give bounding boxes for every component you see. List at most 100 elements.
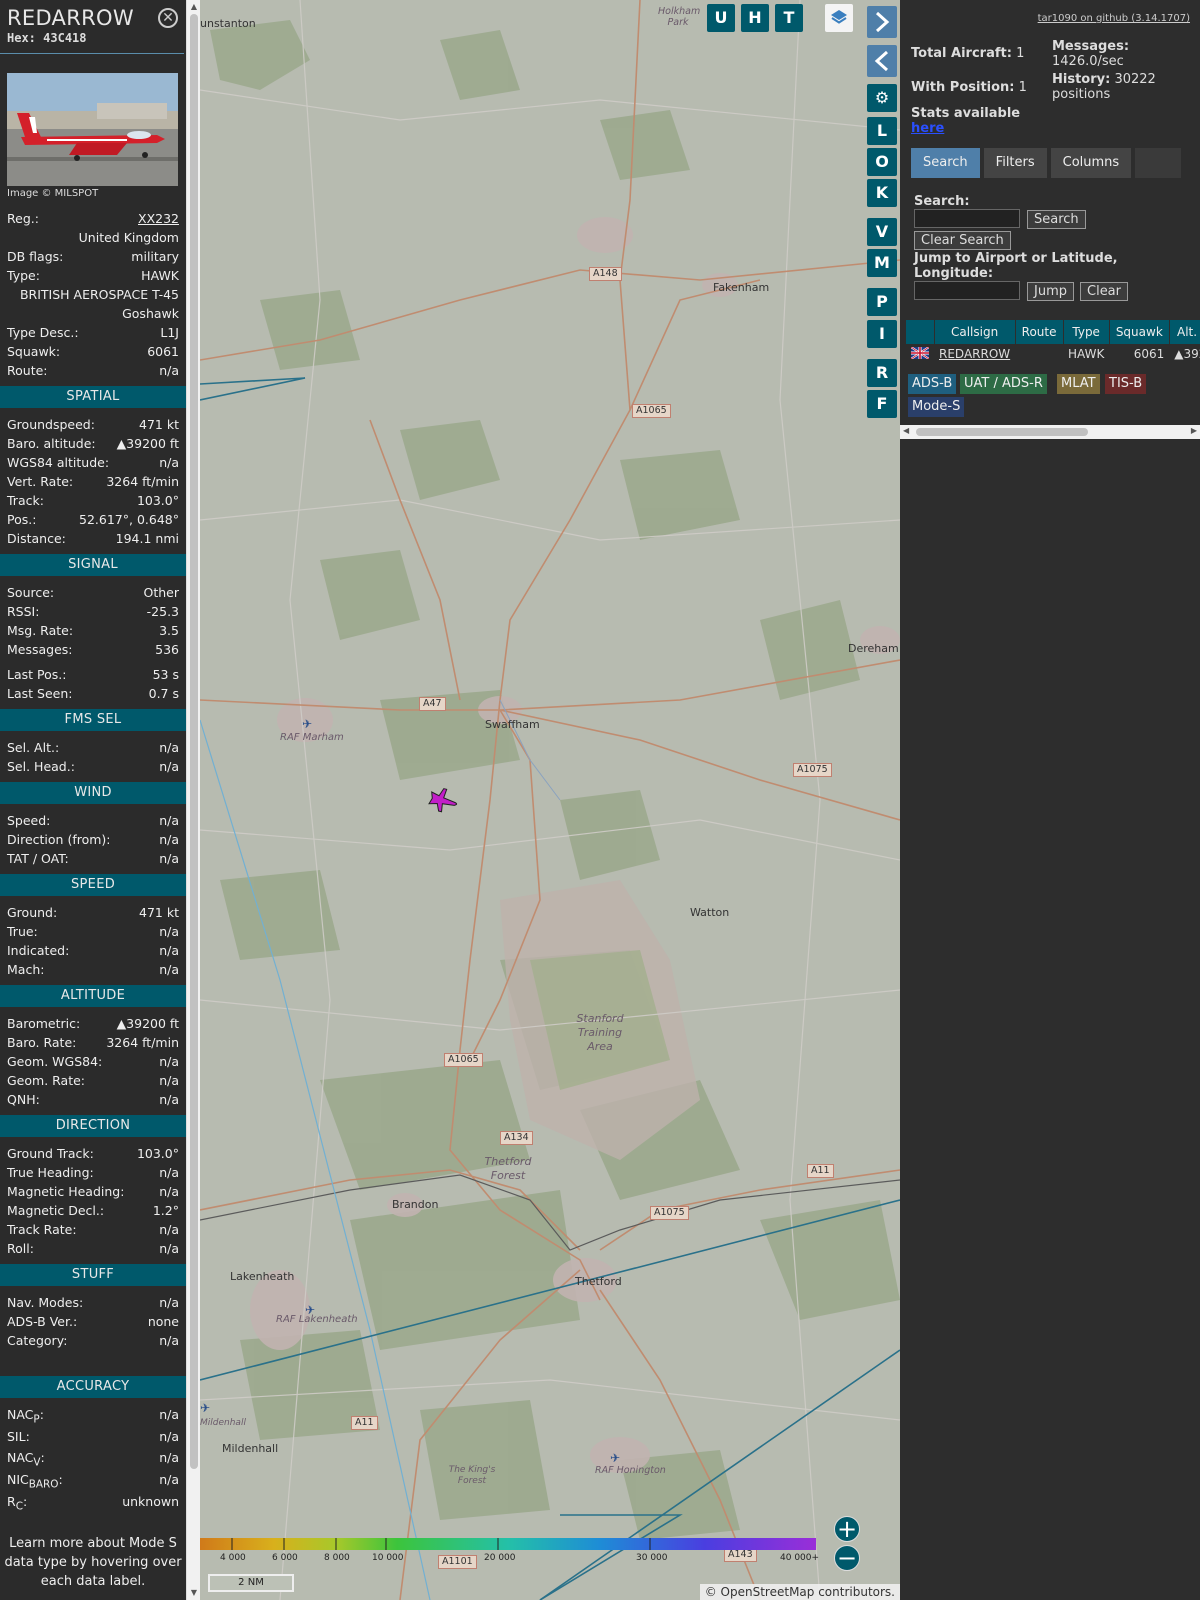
data-label[interactable]: Vert. Rate: (7, 472, 73, 491)
sil-label[interactable]: SIL: (7, 1427, 30, 1448)
data-label[interactable]: Magnetic Decl.: (7, 1201, 104, 1220)
data-label[interactable]: Msg. Rate: (7, 621, 73, 640)
map-button-k[interactable]: K (867, 179, 897, 207)
data-label[interactable]: Speed: (7, 811, 50, 830)
search-input[interactable] (914, 209, 1020, 228)
nacp-label[interactable]: NACP: (7, 1405, 44, 1427)
layers-icon[interactable] (825, 4, 853, 32)
table-hscrollbar-thumb[interactable] (916, 428, 1088, 436)
map-button-i[interactable]: I (867, 320, 897, 348)
rc-label[interactable]: RC: (7, 1492, 27, 1514)
data-label[interactable]: Last Seen: (7, 684, 72, 703)
info-scrollbar-thumb[interactable] (190, 14, 198, 1469)
column-altitude[interactable]: Alt. (ft) (1169, 320, 1200, 344)
data-label[interactable]: Geom. WGS84: (7, 1052, 102, 1071)
registration-link[interactable]: XX232 (138, 209, 179, 228)
table-row[interactable]: REDARROW HAWK 6061 ▲39200 (906, 344, 1200, 364)
map-button-f[interactable]: F (867, 390, 897, 418)
detail-label[interactable]: Route: (7, 361, 48, 380)
map-view[interactable]: ✈ ✈ ✈ ✈ unstanton Holkham Park Fakenham … (200, 0, 900, 1600)
aircraft-photo[interactable] (7, 73, 178, 186)
data-label[interactable]: Roll: (7, 1239, 34, 1258)
data-row: Roll: n/a (0, 1239, 186, 1258)
data-label[interactable]: Messages: (7, 640, 73, 659)
data-label[interactable]: TAT / OAT: (7, 849, 69, 868)
data-label[interactable]: Category: (7, 1331, 67, 1350)
table-hscrollbar[interactable]: ◀ ▶ (900, 425, 1200, 439)
stats-link[interactable]: here (911, 121, 944, 136)
detail-label[interactable]: Type Desc.: (7, 323, 79, 342)
map-button-l[interactable]: L (867, 117, 897, 145)
data-label[interactable]: QNH: (7, 1090, 40, 1109)
map-button-r[interactable]: R (867, 359, 897, 387)
zoom-out-icon[interactable]: − (834, 1545, 860, 1571)
detail-label[interactable]: DB flags: (7, 247, 63, 266)
data-label[interactable]: Baro. Rate: (7, 1033, 76, 1052)
scroll-left-icon[interactable]: ◀ (903, 426, 909, 435)
data-label[interactable]: Source: (7, 583, 54, 602)
data-label[interactable]: Sel. Head.: (7, 757, 75, 776)
map-button-p[interactable]: P (867, 288, 897, 316)
data-label[interactable]: Distance: (7, 529, 66, 548)
data-label[interactable]: Mach: (7, 960, 44, 979)
data-label[interactable]: Track: (7, 491, 44, 510)
column-squawk[interactable]: Squawk (1109, 320, 1170, 344)
column-type[interactable]: Type (1063, 320, 1110, 344)
data-label[interactable]: Indicated: (7, 941, 69, 960)
scroll-down-icon[interactable]: ▼ (187, 1586, 201, 1600)
close-icon[interactable]: ✕ (158, 8, 178, 28)
map-button-t[interactable]: T (775, 4, 803, 32)
zoom-in-icon[interactable]: + (834, 1516, 860, 1542)
row-callsign[interactable]: REDARROW (934, 344, 1015, 364)
data-label[interactable]: Direction (from): (7, 830, 111, 849)
data-label[interactable]: RSSI: (7, 602, 39, 621)
jump-button[interactable]: Jump (1027, 282, 1074, 301)
column-callsign[interactable]: Callsign (934, 320, 1016, 344)
scroll-up-icon[interactable]: ▲ (187, 0, 201, 14)
clear-search-button[interactable]: Clear Search (914, 231, 1011, 250)
scroll-right-icon[interactable]: ▶ (1191, 426, 1197, 435)
detail-label[interactable]: Type: (7, 266, 40, 285)
clear-button[interactable]: Clear (1080, 282, 1128, 301)
detail-label[interactable]: Reg.: (7, 209, 39, 228)
aircraft-photo-image (7, 73, 178, 186)
chevron-right-icon[interactable] (867, 6, 897, 38)
data-label[interactable]: Sel. Alt.: (7, 738, 59, 757)
tab-search[interactable]: Search (911, 148, 980, 178)
data-label[interactable]: Nav. Modes: (7, 1293, 83, 1312)
nicbaro-label[interactable]: NICBARO: (7, 1470, 63, 1492)
data-label[interactable]: Barometric: (7, 1014, 80, 1033)
nacv-label[interactable]: NACV: (7, 1448, 45, 1470)
github-link[interactable]: tar1090 on github (3.14.1707) (1038, 13, 1190, 24)
data-label[interactable]: Ground Track: (7, 1144, 94, 1163)
map-button-u[interactable]: U (707, 4, 735, 32)
map-button-h[interactable]: H (741, 4, 769, 32)
aircraft-marker-icon[interactable] (428, 786, 460, 814)
data-label[interactable]: Geom. Rate: (7, 1071, 85, 1090)
data-label[interactable]: Track Rate: (7, 1220, 77, 1239)
column-route[interactable]: Route (1015, 320, 1064, 344)
data-label[interactable]: WGS84 altitude: (7, 453, 109, 472)
settings-gear-icon[interactable]: ⚙ (867, 84, 897, 112)
data-label[interactable]: ADS-B Ver.: (7, 1312, 77, 1331)
map-attribution[interactable]: © OpenStreetMap contributors. (699, 1584, 900, 1600)
chevron-left-icon[interactable] (867, 45, 897, 77)
map-button-m[interactable]: M (867, 249, 897, 277)
jump-input[interactable] (914, 281, 1020, 300)
data-value: n/a (159, 1073, 179, 1088)
tab-columns[interactable]: Columns (1050, 148, 1132, 178)
map-button-v[interactable]: V (867, 218, 897, 246)
detail-label[interactable]: Squawk: (7, 342, 60, 361)
data-label[interactable]: Last Pos.: (7, 665, 66, 684)
map-button-o[interactable]: O (867, 148, 897, 176)
data-label[interactable]: Baro. altitude: (7, 434, 96, 453)
search-button[interactable]: Search (1027, 210, 1086, 229)
data-label[interactable]: Pos.: (7, 510, 36, 529)
data-label[interactable]: Ground: (7, 903, 57, 922)
tab-filters[interactable]: Filters (983, 148, 1047, 178)
data-label[interactable]: Magnetic Heading: (7, 1182, 124, 1201)
data-label[interactable]: True Heading: (7, 1163, 94, 1182)
data-label[interactable]: Groundspeed: (7, 415, 95, 434)
info-scrollbar[interactable]: ▲ ▼ (186, 0, 200, 1600)
data-label[interactable]: True: (7, 922, 38, 941)
